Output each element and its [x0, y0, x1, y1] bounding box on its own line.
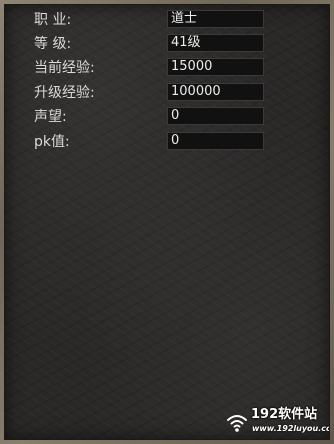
info-row-pk-value: pk值: 0 [5, 132, 329, 152]
window-frame: 职 业: 道士 等 级: 41级 当前经验: 15000 升级经验: 10000… [0, 0, 334, 444]
profession-value: 道士 [167, 10, 264, 28]
pk-value-label: pk值: [34, 134, 70, 150]
reputation-label: 声望: [34, 109, 67, 125]
current-exp-label: 当前经验: [34, 60, 95, 76]
info-row-levelup-exp: 升级经验: 100000 [5, 83, 329, 103]
levelup-exp-value: 100000 [167, 83, 264, 101]
level-label: 等 级: [34, 36, 72, 52]
wifi-icon [225, 410, 249, 434]
watermark-domain: www.192luyou.com [252, 424, 329, 433]
level-value: 41级 [167, 34, 264, 52]
pk-value-value: 0 [167, 132, 264, 150]
watermark-brand: 192软件站 [251, 407, 318, 422]
info-row-reputation: 声望: 0 [5, 107, 329, 127]
watermark: 192软件站 www.192luyou.com [225, 407, 329, 437]
info-row-level: 等 级: 41级 [5, 34, 329, 54]
profession-label: 职 业: [34, 12, 72, 28]
character-info-panel: 职 业: 道士 等 级: 41级 当前经验: 15000 升级经验: 10000… [4, 4, 330, 440]
info-row-profession: 职 业: 道士 [5, 10, 329, 30]
info-row-current-exp: 当前经验: 15000 [5, 58, 329, 78]
current-exp-value: 15000 [167, 58, 264, 76]
levelup-exp-label: 升级经验: [34, 85, 95, 101]
reputation-value: 0 [167, 107, 264, 125]
